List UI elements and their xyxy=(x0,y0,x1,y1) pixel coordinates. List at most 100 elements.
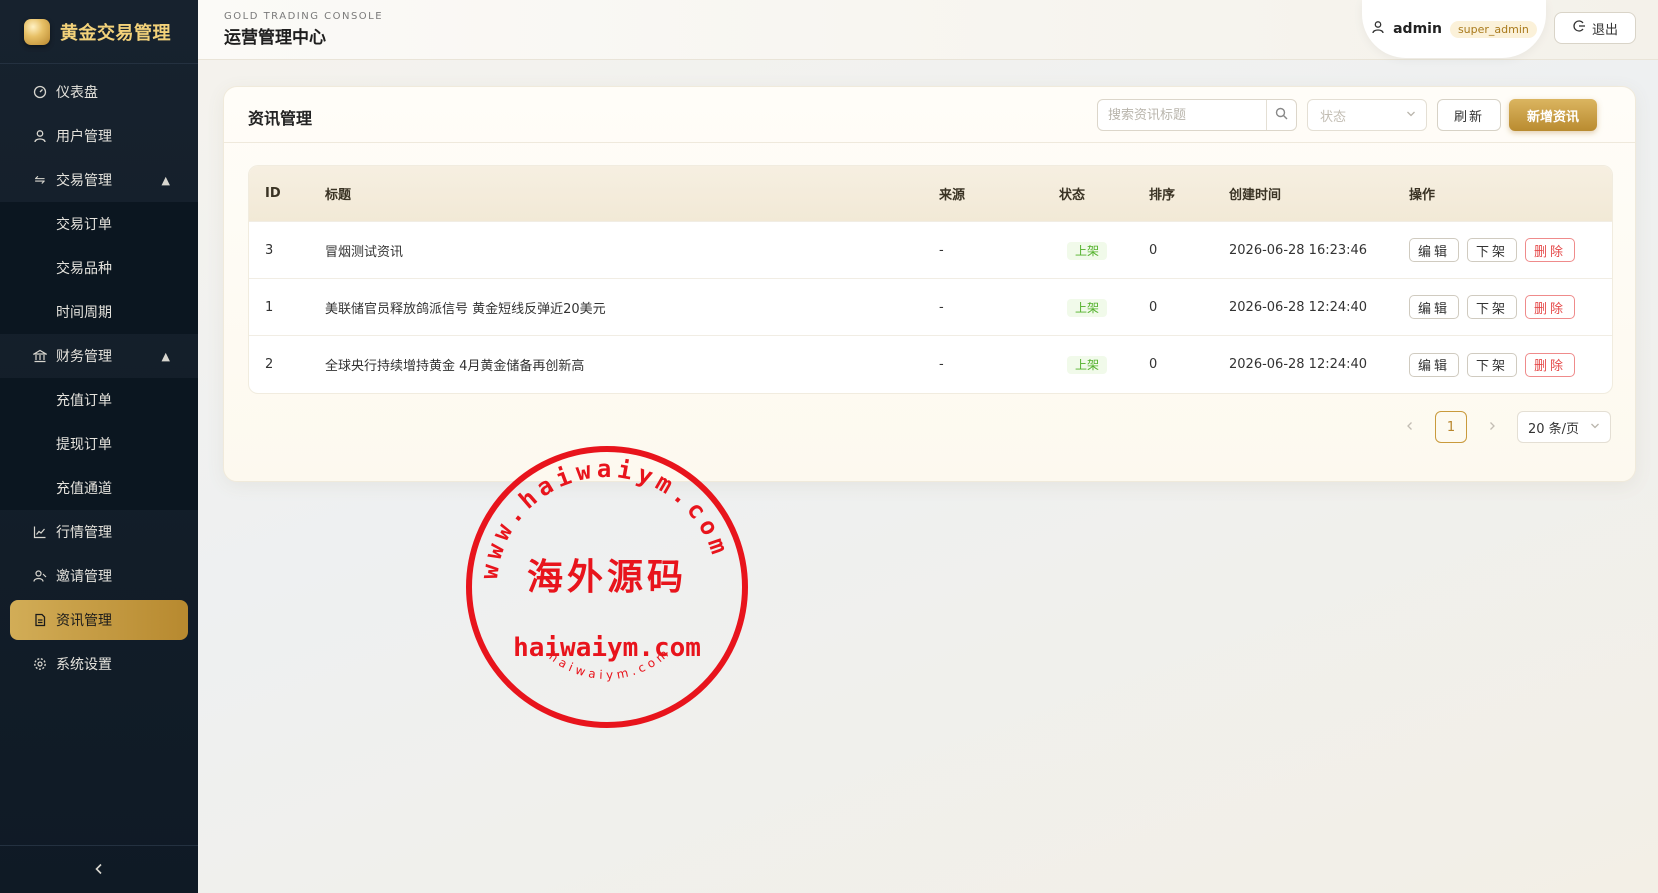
chevron-up-icon: ▲ xyxy=(161,349,170,363)
cell-sort: 0 xyxy=(1149,357,1158,372)
table-row: 1 美联储官员释放鸽派信号 黄金短线反弹近20美元 - 上架 0 2026-06… xyxy=(249,279,1612,336)
brand: 黄金交易管理 xyxy=(0,0,198,64)
sidebar-item-finance[interactable]: 财务管理 ▲ xyxy=(0,334,198,378)
sidebar-item-time-periods[interactable]: 时间周期 xyxy=(0,290,198,334)
sidebar-item-trade-products[interactable]: 交易品种 xyxy=(0,246,198,290)
sidebar-item-settings[interactable]: 系统设置 xyxy=(0,642,198,686)
logout-icon xyxy=(1572,19,1586,37)
cell-sort: 0 xyxy=(1149,299,1158,315)
logout-label: 退出 xyxy=(1591,22,1618,38)
sidebar-item-deposit-orders[interactable]: 充值订单 xyxy=(0,378,198,422)
page-title: 运营管理中心 xyxy=(224,28,326,48)
edit-button[interactable]: 编辑 xyxy=(1409,295,1460,319)
card-header: 资讯管理 状态 刷新 新增资讯 xyxy=(224,87,1635,143)
news-table: ID 标题 来源 状态 排序 创建时间 操作 3 冒烟测试资讯 - 上架 0 2… xyxy=(248,165,1613,394)
user-menu[interactable]: admin super_admin xyxy=(1362,0,1546,58)
user-icon xyxy=(32,128,48,144)
document-icon xyxy=(32,612,48,628)
sidebar-item-invites[interactable]: 邀请管理 xyxy=(0,554,198,598)
cell-created: 2026-06-28 12:24:40 xyxy=(1229,299,1368,315)
next-page-button[interactable] xyxy=(1487,419,1497,435)
edit-button[interactable]: 编辑 xyxy=(1409,238,1460,262)
cell-title: 美联储官员释放鸽派信号 黄金短线反弹近20美元 xyxy=(325,301,606,317)
chevron-down-icon xyxy=(1406,109,1416,122)
stamp-center-text: 海外源码 xyxy=(527,556,687,598)
column-header[interactable]: 标题 xyxy=(309,184,923,203)
cell-source: - xyxy=(939,299,944,315)
sidebar-item-users[interactable]: 用户管理 xyxy=(0,114,198,158)
cell-actions: 编辑 下架 删除 xyxy=(1393,238,1612,262)
cell-status: 上架 xyxy=(1043,298,1133,317)
sidebar-item-label: 充值通道 xyxy=(56,481,112,497)
sidebar-item-label: 提现订单 xyxy=(56,437,112,453)
top-header: GOLD TRADING CONSOLE 运营管理中心 admin super_… xyxy=(198,0,1658,60)
invite-icon xyxy=(32,568,48,584)
refresh-button[interactable]: 刷新 xyxy=(1437,99,1501,131)
column-header[interactable]: ID xyxy=(249,186,309,201)
column-header[interactable]: 创建时间 xyxy=(1213,184,1393,203)
cell-status: 上架 xyxy=(1043,241,1133,260)
sidebar-item-deposit-channels[interactable]: 充值通道 xyxy=(0,466,198,510)
sidebar-menu: 仪表盘 用户管理 ⇋ 交易管理 ▲ 交易订单 交易品种 时间周期 财务管理 ▲ … xyxy=(0,64,198,686)
sidebar-item-label: 充值订单 xyxy=(56,393,112,409)
sidebar-item-label: 交易品种 xyxy=(56,261,112,277)
gear-icon xyxy=(32,656,48,672)
status-badge: 上架 xyxy=(1067,356,1108,374)
search-button[interactable] xyxy=(1266,100,1296,130)
offline-button[interactable]: 下架 xyxy=(1467,238,1518,262)
sidebar-item-label: 财务管理 xyxy=(56,349,112,365)
column-header[interactable]: 排序 xyxy=(1133,184,1213,203)
page-size-select[interactable]: 20 条/页 xyxy=(1517,411,1611,443)
cell-actions: 编辑 下架 删除 xyxy=(1393,352,1612,377)
column-header[interactable]: 状态 xyxy=(1043,184,1133,203)
swap-icon: ⇋ xyxy=(34,172,46,188)
cell-created: 2026-06-28 16:23:46 xyxy=(1229,242,1368,258)
column-header[interactable]: 来源 xyxy=(923,184,1043,203)
prev-page-button[interactable] xyxy=(1405,419,1415,435)
sidebar-item-label: 交易管理 xyxy=(56,173,112,189)
header-subtitle: GOLD TRADING CONSOLE xyxy=(224,11,384,22)
cell-created: 2026-06-28 12:24:40 xyxy=(1229,357,1368,372)
offline-button[interactable]: 下架 xyxy=(1467,352,1518,377)
status-select[interactable]: 状态 xyxy=(1307,99,1427,131)
sidebar-item-label: 系统设置 xyxy=(56,657,112,673)
sidebar-item-dashboard[interactable]: 仪表盘 xyxy=(0,70,198,114)
sidebar-item-withdraw-orders[interactable]: 提现订单 xyxy=(0,422,198,466)
sidebar-item-label: 行情管理 xyxy=(56,525,112,541)
sidebar-item-news[interactable]: 资讯管理 xyxy=(10,600,188,640)
sidebar-item-trading[interactable]: ⇋ 交易管理 ▲ xyxy=(0,158,198,202)
chevron-left-icon xyxy=(93,860,105,879)
cell-source: - xyxy=(939,357,944,372)
cell-actions: 编辑 下架 删除 xyxy=(1393,295,1612,319)
add-news-button[interactable]: 新增资讯 xyxy=(1509,99,1597,131)
logout-button[interactable]: 退出 xyxy=(1554,12,1636,44)
delete-button[interactable]: 删除 xyxy=(1525,352,1576,377)
brand-title: 黄金交易管理 xyxy=(60,22,171,44)
sidebar-item-market[interactable]: 行情管理 xyxy=(0,510,198,554)
sidebar-collapse-button[interactable] xyxy=(0,845,198,893)
sidebar-item-label: 用户管理 xyxy=(56,129,112,145)
sidebar-item-label: 资讯管理 xyxy=(56,613,112,629)
gold-logo-icon xyxy=(24,18,50,45)
cell-title: 全球央行持续增持黄金 4月黄金储备再创新高 xyxy=(325,359,585,374)
chart-line-icon xyxy=(32,524,48,540)
sidebar-item-label: 邀请管理 xyxy=(56,569,112,585)
page-number-button[interactable]: 1 xyxy=(1435,411,1467,443)
search-input[interactable] xyxy=(1098,100,1266,130)
cell-id: 2 xyxy=(265,357,274,372)
delete-button[interactable]: 删除 xyxy=(1525,238,1576,262)
pagination: 1 20 条/页 xyxy=(1405,411,1611,443)
chevron-right-icon xyxy=(1490,422,1495,430)
chevron-down-icon xyxy=(1590,421,1600,434)
sidebar-item-label: 交易订单 xyxy=(56,217,112,233)
status-placeholder: 状态 xyxy=(1320,109,1347,125)
sidebar-item-trade-orders[interactable]: 交易订单 xyxy=(0,202,198,246)
trading-submenu: 交易订单 交易品种 时间周期 xyxy=(0,202,198,334)
stamp-watermark: www.haiwaiym.com 海外源码 haiwaiym.com haiwa… xyxy=(466,446,748,728)
cell-id: 3 xyxy=(265,242,274,258)
sidebar: 黄金交易管理 仪表盘 用户管理 ⇋ 交易管理 ▲ 交易订单 交易品种 时间周期 xyxy=(0,0,198,893)
edit-button[interactable]: 编辑 xyxy=(1409,352,1460,377)
table-row: 2 全球央行持续增持黄金 4月黄金储备再创新高 - 上架 0 2026-06-2… xyxy=(249,336,1612,393)
offline-button[interactable]: 下架 xyxy=(1467,295,1518,319)
delete-button[interactable]: 删除 xyxy=(1525,295,1576,319)
